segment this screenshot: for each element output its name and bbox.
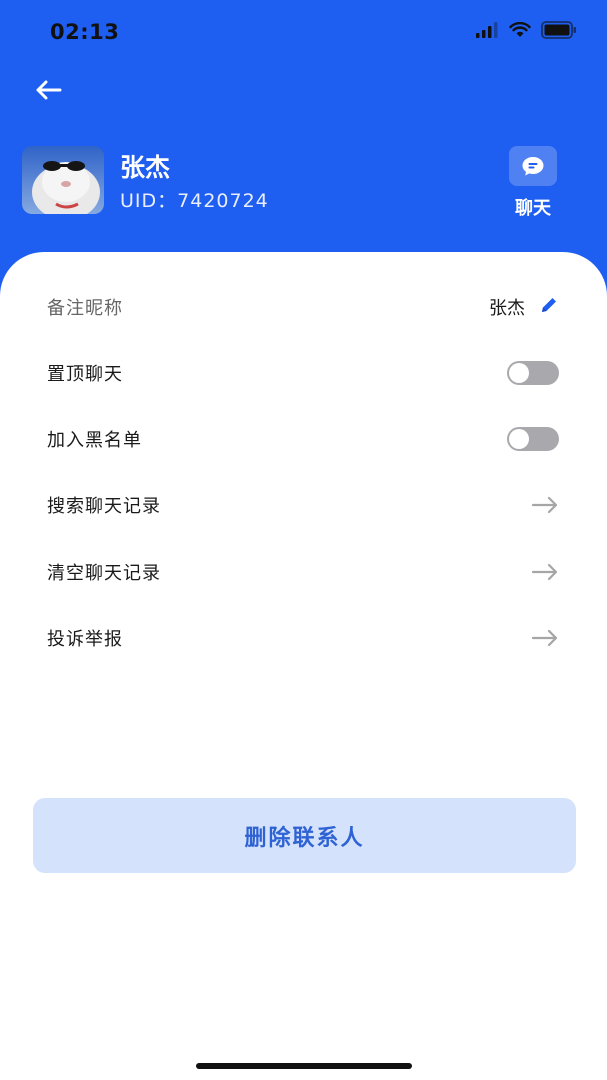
remark-nickname-label: 备注昵称 — [47, 298, 123, 319]
report-row[interactable]: 投诉举报 — [0, 605, 607, 671]
remark-nickname-row[interactable]: 备注昵称 张杰 — [0, 274, 607, 340]
status-icons — [475, 21, 577, 43]
pin-chat-row: 置顶聊天 — [0, 340, 607, 406]
clear-history-row[interactable]: 清空聊天记录 — [0, 539, 607, 605]
report-label: 投诉举报 — [47, 629, 123, 650]
profile-header: 02:13 张杰 UID：7420724 聊天 — [0, 0, 607, 280]
pin-chat-label: 置顶聊天 — [47, 364, 123, 385]
arrow-left-icon — [36, 80, 62, 100]
status-time: 02:13 — [50, 20, 120, 44]
status-bar: 02:13 — [0, 0, 607, 64]
wifi-icon — [509, 21, 531, 42]
remark-nickname-value: 张杰 — [489, 298, 525, 319]
blacklist-toggle[interactable] — [507, 427, 559, 451]
arrow-right-icon — [531, 496, 558, 514]
back-button[interactable] — [28, 72, 68, 108]
search-history-label: 搜索聊天记录 — [47, 496, 161, 517]
blacklist-row: 加入黑名单 — [0, 406, 607, 472]
signal-icon — [475, 22, 499, 42]
search-history-row[interactable]: 搜索聊天记录 — [0, 472, 607, 538]
contact-uid: UID：7420724 — [120, 190, 269, 212]
clear-history-label: 清空聊天记录 — [47, 563, 161, 584]
battery-icon — [541, 21, 577, 43]
chat-button[interactable]: 聊天 — [500, 146, 566, 222]
pencil-icon[interactable] — [539, 295, 559, 319]
settings-panel: 备注昵称 张杰 置顶聊天 加入黑名单 搜索聊天记录 清空聊天记录 投诉举报 — [0, 252, 607, 1080]
chat-label: 聊天 — [515, 198, 551, 219]
delete-contact-button[interactable]: 删除联系人 — [33, 798, 576, 873]
avatar — [22, 146, 104, 214]
arrow-right-icon — [531, 563, 558, 581]
chat-bubble-icon — [509, 146, 557, 186]
contact-name: 张杰 — [120, 153, 171, 182]
blacklist-label: 加入黑名单 — [47, 430, 142, 451]
pin-chat-toggle[interactable] — [507, 361, 559, 385]
arrow-right-icon — [531, 629, 558, 647]
home-indicator[interactable] — [196, 1063, 412, 1069]
